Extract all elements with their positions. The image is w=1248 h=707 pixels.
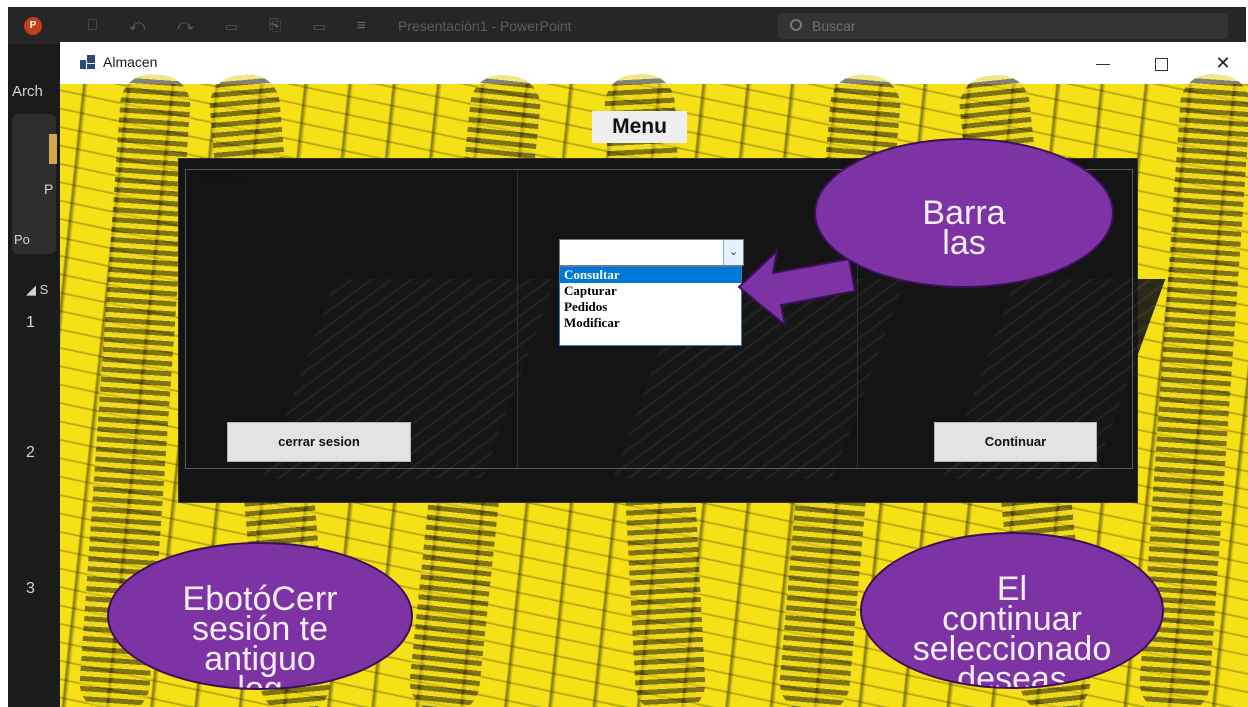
dropdown-item-consultar[interactable]: Consultar xyxy=(560,267,741,283)
slides-section-label: ◢ S xyxy=(26,282,49,297)
almacen-window: Almacen ✕ Menu Opciones ⌄ Consultar Capt… xyxy=(60,42,1248,707)
window-title: Almacen xyxy=(103,54,158,70)
close-icon: ✕ xyxy=(1215,53,1231,73)
window-app-icon xyxy=(80,55,95,69)
continuar-button[interactable]: Continuar xyxy=(934,422,1097,462)
search-input[interactable]: Buscar xyxy=(778,13,1228,39)
minimize-button[interactable] xyxy=(1080,48,1126,78)
maximize-button[interactable] xyxy=(1138,48,1184,78)
powerpoint-left-pane: Arch P Po ◢ S 1 2 3 xyxy=(8,44,60,707)
menu-title-label: Menu xyxy=(592,111,687,143)
slide-number[interactable]: 2 xyxy=(26,444,35,462)
card-letter: P xyxy=(44,181,54,197)
slide-number[interactable]: 1 xyxy=(26,314,35,332)
callout-text-line: log xyxy=(237,670,283,690)
maximize-icon xyxy=(1154,57,1168,71)
callout-bubble-cerrar: EbotóCerr sesión te antiguo log xyxy=(107,542,413,690)
powerpoint-doc-title: Presentación1 - PowerPoint xyxy=(398,18,572,34)
callout-text-line: deseas xyxy=(957,660,1067,689)
callout-bubble-combobox: Barra las xyxy=(814,138,1114,288)
card-label: Po xyxy=(14,232,30,247)
cerrar-sesion-button[interactable]: cerrar sesion xyxy=(227,422,411,462)
callout-bubble-continuar: El continuar seleccionado deseas xyxy=(860,532,1164,689)
options-dropdown-list: Consultar Capturar Pedidos Modificar xyxy=(559,266,742,346)
options-combobox[interactable]: ⌄ xyxy=(559,239,744,266)
minimize-icon xyxy=(1096,63,1110,65)
new-presentation-card[interactable]: P Po xyxy=(12,114,57,254)
file-tab[interactable]: Arch xyxy=(12,83,43,100)
groupbox-label: Opciones xyxy=(199,173,254,185)
form-background: Menu Opciones ⌄ Consultar Capturar Pedid… xyxy=(60,72,1248,707)
slide-number[interactable]: 3 xyxy=(26,580,35,598)
search-placeholder: Buscar xyxy=(812,18,856,34)
callout-text-line: las xyxy=(942,224,986,262)
powerpoint-logo-icon: P xyxy=(24,17,42,35)
dropdown-item-pedidos[interactable]: Pedidos xyxy=(560,299,741,315)
quick-access-toolbar[interactable]: ⎕ ↶ ↷ ▭ ⎘ ▭ ≡ xyxy=(88,17,380,34)
callout-arrow-icon xyxy=(737,248,857,327)
dropdown-item-capturar[interactable]: Capturar xyxy=(560,283,741,299)
search-icon xyxy=(790,19,802,31)
template-thumbnail xyxy=(49,134,57,164)
dropdown-item-modificar[interactable]: Modificar xyxy=(560,315,741,331)
powerpoint-titlebar: P ⎕ ↶ ↷ ▭ ⎘ ▭ ≡ Presentación1 - PowerPoi… xyxy=(8,7,1246,44)
